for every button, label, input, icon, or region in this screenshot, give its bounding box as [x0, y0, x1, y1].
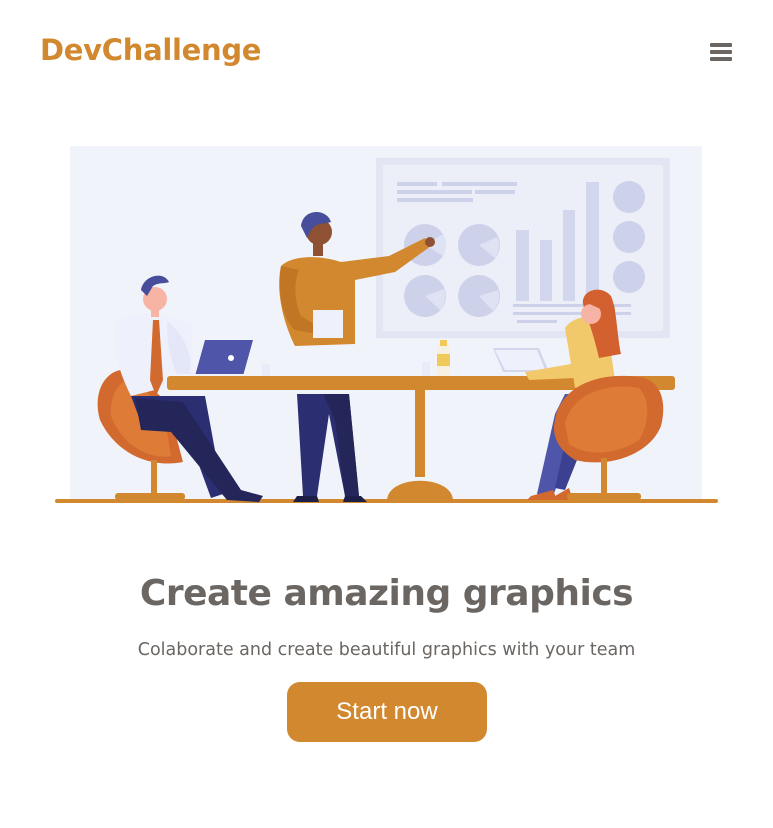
menu-bar [710, 43, 732, 47]
site-header: DevChallenge [0, 0, 773, 100]
brand-logo[interactable]: DevChallenge [40, 32, 261, 68]
hero-subtitle: Colaborate and create beautiful graphics… [137, 640, 636, 660]
start-now-button[interactable]: Start now [287, 682, 487, 742]
hamburger-menu-icon[interactable] [703, 38, 739, 66]
hero-title: Create amazing graphics [139, 573, 634, 614]
menu-bar [710, 57, 732, 61]
team-meeting-illustration [55, 146, 718, 503]
menu-bar [710, 50, 732, 54]
